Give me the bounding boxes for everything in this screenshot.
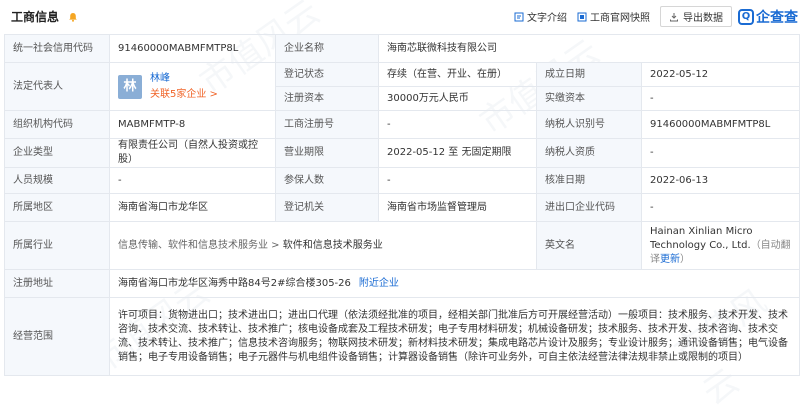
credit-code-label: 统一社会信用代码 bbox=[4, 34, 110, 63]
org-code-value: MABMFMTP-8 bbox=[109, 110, 276, 139]
biz-term-label: 营业期限 bbox=[275, 138, 379, 168]
approval-date-value: 2022-06-13 bbox=[640, 167, 801, 194]
auto-translate-close: ） bbox=[680, 253, 690, 265]
legal-rep-cell: 林 林峰 关联5家企业 > bbox=[109, 62, 276, 111]
est-date-value: 2022-05-12 bbox=[640, 62, 801, 87]
related-companies-link[interactable]: 关联5家企业 > bbox=[150, 88, 218, 102]
address-text: 海南省海口市龙华区海秀中路84号2#综合楼305-26 bbox=[118, 277, 351, 289]
reg-authority-label: 登记机关 bbox=[275, 193, 379, 222]
text-intro-link[interactable]: 文字介绍 bbox=[514, 9, 567, 24]
reg-authority-value: 海南省市场监督管理局 bbox=[378, 193, 537, 222]
reg-capital-label: 注册资本 bbox=[275, 86, 379, 111]
paid-capital-label: 实缴资本 bbox=[536, 86, 642, 111]
en-name-text: Hainan Xinlian Micro Technology Co., Ltd… bbox=[650, 225, 753, 251]
qcc-logo: Q 企查查 bbox=[738, 7, 798, 27]
company-type-value: 有限责任公司（自然人投资或控股） bbox=[109, 138, 276, 168]
update-link[interactable]: 更新 bbox=[660, 254, 680, 265]
legal-rep-name-link[interactable]: 林峰 bbox=[150, 72, 218, 86]
avatar[interactable]: 林 bbox=[118, 74, 142, 99]
section-title: 工商信息 bbox=[11, 10, 60, 24]
scope-label: 经营范围 bbox=[4, 297, 110, 376]
business-info-table: 统一社会信用代码 91460000MABMFMTP8L 企业名称 海南芯联微科技… bbox=[4, 34, 801, 376]
biz-term-value: 2022-05-12 至 无固定期限 bbox=[378, 138, 537, 168]
snapshot-icon bbox=[577, 12, 587, 21]
staff-size-label: 人员规模 bbox=[4, 167, 110, 194]
region-label: 所属地区 bbox=[4, 193, 110, 222]
insured-value: - bbox=[378, 167, 537, 194]
qcc-logo-icon: Q bbox=[738, 8, 754, 25]
bell-icon[interactable] bbox=[68, 12, 78, 22]
legal-rep-label: 法定代表人 bbox=[4, 62, 110, 111]
ie-code-label: 进出口企业代码 bbox=[536, 193, 642, 222]
export-data-button[interactable]: 导出数据 bbox=[660, 6, 732, 27]
official-snapshot-link[interactable]: 工商官网快照 bbox=[577, 9, 650, 24]
scope-value: 许可项目：货物进出口；技术进出口；进出口代理（依法须经批准的项目，经相关部门批准… bbox=[108, 297, 801, 376]
region-value: 海南省海口市龙华区 bbox=[109, 193, 276, 222]
taxpayer-id-label: 纳税人识别号 bbox=[536, 110, 642, 139]
company-type-label: 企业类型 bbox=[4, 138, 110, 168]
address-label: 注册地址 bbox=[4, 269, 110, 298]
est-date-label: 成立日期 bbox=[536, 62, 642, 87]
staff-size-value: - bbox=[109, 167, 276, 194]
industry-leaf: 软件和信息技术服务业 bbox=[282, 239, 383, 251]
biz-reg-no-value: - bbox=[378, 110, 537, 139]
nearby-companies-link[interactable]: 附近企业 bbox=[359, 278, 399, 289]
credit-code-value: 91460000MABMFMTP8L bbox=[109, 34, 276, 63]
org-code-label: 组织机构代码 bbox=[4, 110, 110, 139]
approval-date-label: 核准日期 bbox=[536, 167, 642, 194]
document-icon bbox=[514, 12, 524, 21]
en-name-label: 英文名 bbox=[536, 221, 642, 270]
export-icon bbox=[670, 12, 678, 21]
company-name-value: 海南芯联微科技有限公司 bbox=[377, 34, 801, 63]
reg-status-value: 存续（在营、开业、在册） bbox=[378, 62, 537, 87]
taxpayer-qual-label: 纳税人资质 bbox=[536, 138, 642, 168]
industry-label: 所属行业 bbox=[4, 221, 110, 270]
en-name-value: Hainan Xinlian Micro Technology Co., Ltd… bbox=[640, 221, 801, 270]
company-name-label: 企业名称 bbox=[275, 34, 379, 63]
reg-status-label: 登记状态 bbox=[275, 62, 379, 87]
industry-path: 信息传输、软件和信息技术服务业 > bbox=[118, 239, 283, 251]
taxpayer-id-value: 91460000MABMFMTP8L bbox=[640, 110, 801, 139]
insured-label: 参保人数 bbox=[275, 167, 379, 194]
ie-code-value: - bbox=[640, 193, 801, 222]
industry-value: 信息传输、软件和信息技术服务业 > 软件和信息技术服务业 bbox=[109, 221, 537, 270]
address-value: 海南省海口市龙华区海秀中路84号2#综合楼305-26 附近企业 bbox=[108, 269, 801, 298]
reg-capital-value: 30000万元人民币 bbox=[378, 86, 537, 111]
biz-reg-no-label: 工商注册号 bbox=[275, 110, 379, 139]
paid-capital-value: - bbox=[640, 86, 801, 111]
taxpayer-qual-value: - bbox=[640, 138, 801, 168]
section-header: 工商信息 文字介绍 工商官网快照 导出数据 Q 企查查 bbox=[0, 0, 802, 33]
